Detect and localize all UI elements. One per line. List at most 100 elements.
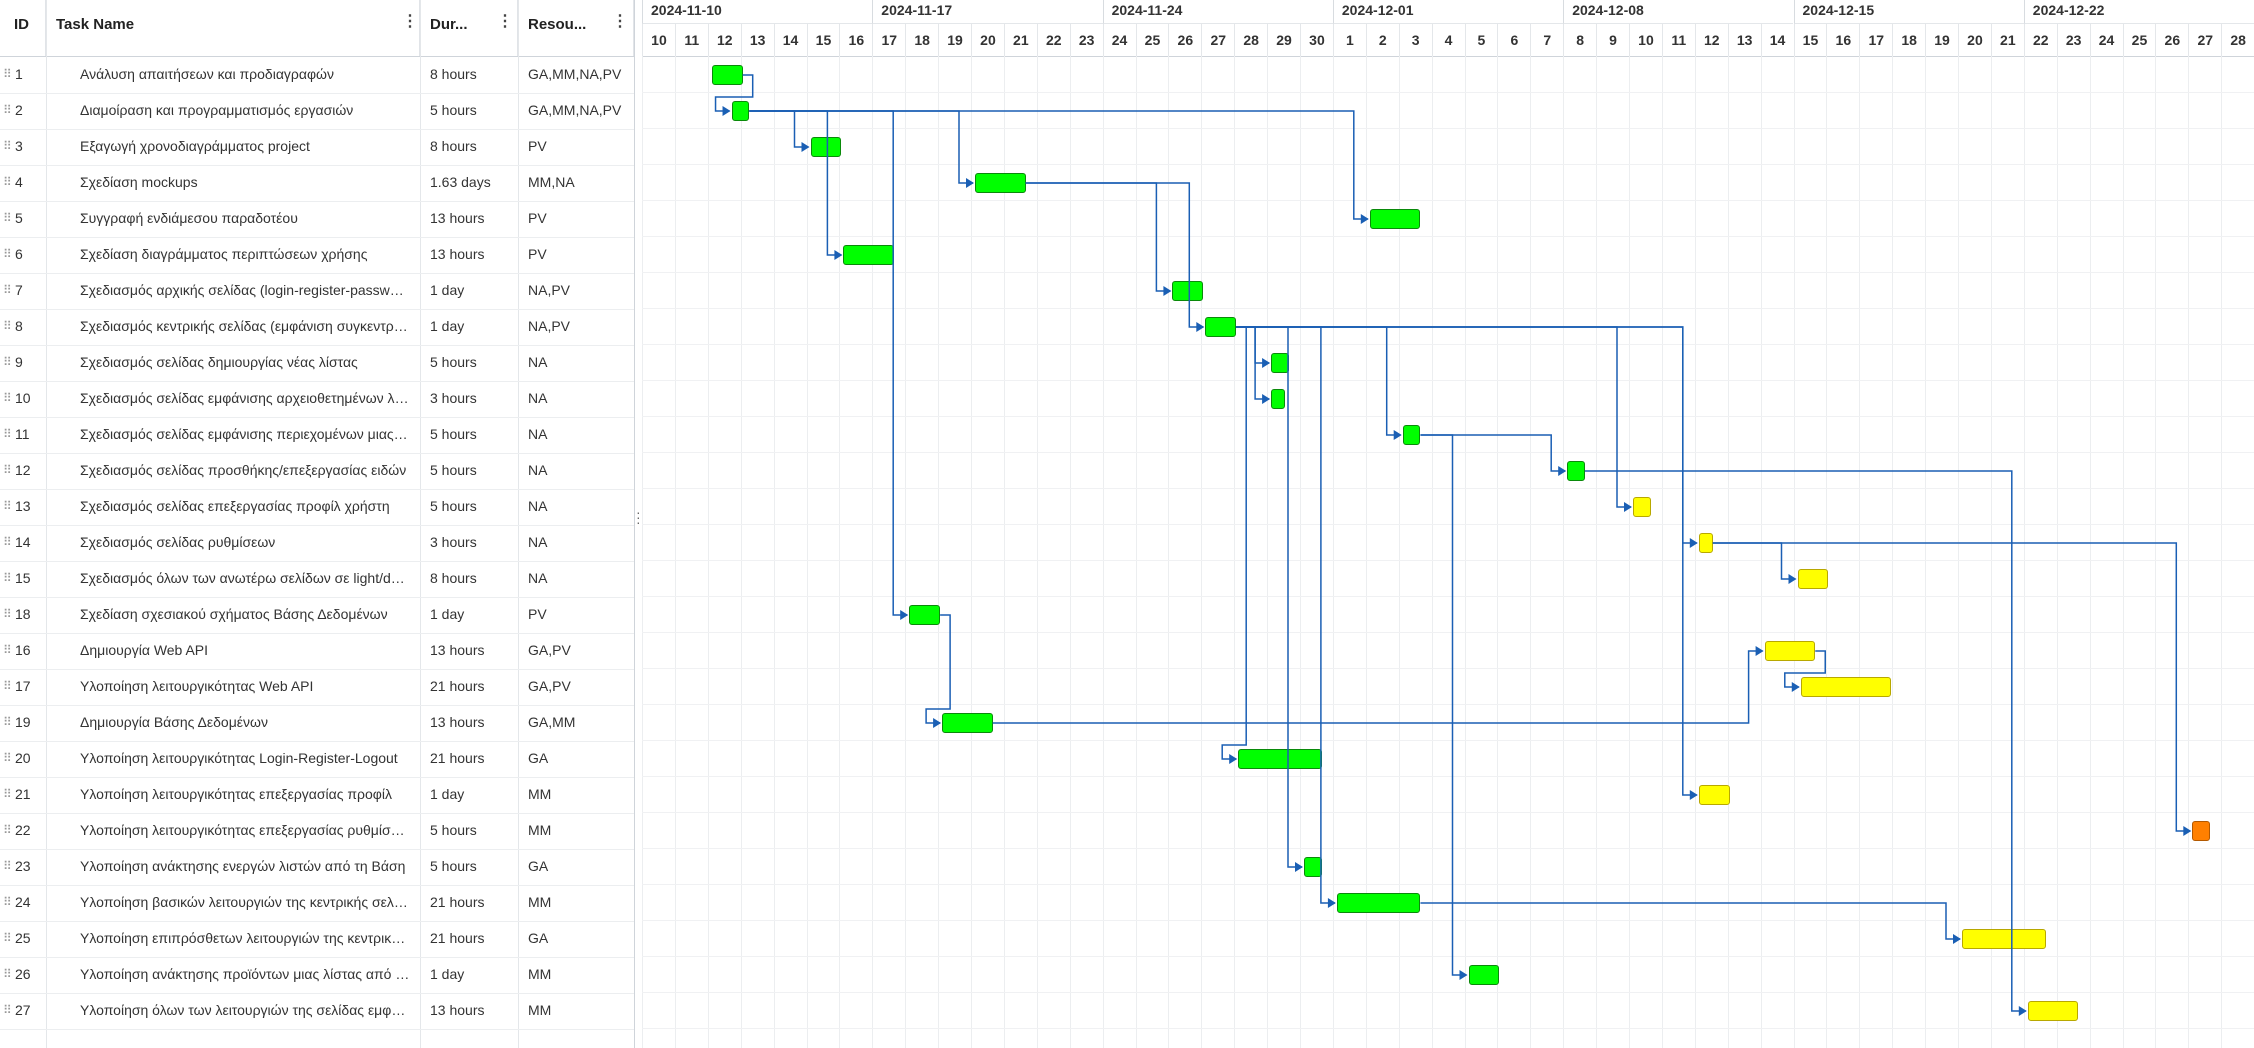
task-duration[interactable]: 13 hours xyxy=(430,705,516,739)
task-resources[interactable]: MM xyxy=(528,993,628,1027)
task-duration[interactable]: 21 hours xyxy=(430,921,516,955)
task-name[interactable]: Υλοποίηση ανάκτησης ενεργών λιστών από τ… xyxy=(80,849,410,883)
drag-handle-icon[interactable]: ⠿ xyxy=(3,993,11,1027)
drag-handle-icon[interactable]: ⠿ xyxy=(3,597,11,631)
task-name[interactable]: Σχεδιασμός όλων των ανωτέρω σελίδων σε l… xyxy=(80,561,410,595)
drag-handle-icon[interactable]: ⠿ xyxy=(3,741,11,775)
task-duration[interactable]: 5 hours xyxy=(430,489,516,523)
table-row[interactable]: ⠿ 2 Διαμοίραση και προγραμματισμός εργασιώ… xyxy=(0,93,634,130)
task-name[interactable]: Δημιουργία Web API xyxy=(80,633,410,667)
task-resources[interactable]: NA xyxy=(528,489,628,523)
task-duration[interactable]: 13 hours xyxy=(430,633,516,667)
task-duration[interactable]: 5 hours xyxy=(430,849,516,883)
drag-handle-icon[interactable]: ⠿ xyxy=(3,813,11,847)
table-row[interactable]: ⠿ 1 Ανάλυση απαιτήσεων και προδιαγραφών 8 h… xyxy=(0,57,634,94)
drag-handle-icon[interactable]: ⠿ xyxy=(3,165,11,199)
task-resources[interactable]: GA,PV xyxy=(528,669,628,703)
table-row[interactable]: ⠿ 18 Σχεδίαση σχεσιακού σχήματος Βάσης Δεδ… xyxy=(0,597,634,634)
task-name[interactable]: Υλοποίηση λειτουργικότητας Web API xyxy=(80,669,410,703)
task-resources[interactable]: PV xyxy=(528,237,628,271)
table-row[interactable]: ⠿ 6 Σχεδίαση διαγράμματος περιπτώσεων χρήσ… xyxy=(0,237,634,274)
drag-handle-icon[interactable]: ⠿ xyxy=(3,345,11,379)
table-row[interactable]: ⠿ 17 Υλοποίηση λειτουργικότητας Web API 21 … xyxy=(0,669,634,706)
task-resources[interactable]: GA xyxy=(528,921,628,955)
table-row[interactable]: ⠿ 22 Υλοποίηση λειτουργικότητας επεξεργασί… xyxy=(0,813,634,850)
drag-handle-icon[interactable]: ⠿ xyxy=(3,381,11,415)
drag-handle-icon[interactable]: ⠿ xyxy=(3,201,11,235)
task-resources[interactable]: NA,PV xyxy=(528,309,628,343)
task-resources[interactable]: GA xyxy=(528,741,628,775)
task-duration[interactable]: 1 day xyxy=(430,273,516,307)
resources-menu-icon[interactable]: ⋮ xyxy=(612,14,628,34)
task-name[interactable]: Σχεδίαση σχεσιακού σχήματος Βάσης Δεδομέ… xyxy=(80,597,410,631)
task-duration[interactable]: 8 hours xyxy=(430,129,516,163)
task-name[interactable]: Ανάλυση απαιτήσεων και προδιαγραφών xyxy=(80,57,410,91)
table-row[interactable]: ⠿ 23 Υλοποίηση ανάκτησης ενεργών λιστών απ… xyxy=(0,849,634,886)
task-duration[interactable]: 8 hours xyxy=(430,57,516,91)
task-name[interactable]: Σχεδιασμός κεντρικής σελίδας (εμφάνιση σ… xyxy=(80,309,410,343)
task-resources[interactable]: GA xyxy=(528,849,628,883)
task-resources[interactable]: NA,PV xyxy=(528,273,628,307)
task-name[interactable]: Υλοποίηση βασικών λειτουργιών της κεντρι… xyxy=(80,885,410,919)
task-duration[interactable]: 1 day xyxy=(430,309,516,343)
task-name[interactable]: Συγγραφή ενδιάμεσου παραδοτέου xyxy=(80,201,410,235)
drag-handle-icon[interactable]: ⠿ xyxy=(3,561,11,595)
task-name[interactable]: Υλοποίηση επιπρόσθετων λειτουργιών της κ… xyxy=(80,921,410,955)
task-name[interactable]: Σχεδιασμός σελίδας επεξεργασίας προφίλ χ… xyxy=(80,489,410,523)
task-duration[interactable]: 3 hours xyxy=(430,381,516,415)
column-header-task-name[interactable]: Task Name xyxy=(46,0,420,56)
task-duration[interactable]: 8 hours xyxy=(430,561,516,595)
task-name[interactable]: Σχεδιασμός σελίδας προσθήκης/επεξεργασία… xyxy=(80,453,410,487)
task-name[interactable]: Σχεδιασμός σελίδας εμφάνισης περιεχομένω… xyxy=(80,417,410,451)
task-name[interactable]: Διαμοίραση και προγραμματισμός εργασιών xyxy=(80,93,410,127)
drag-handle-icon[interactable]: ⠿ xyxy=(3,633,11,667)
task-resources[interactable]: GA,MM xyxy=(528,705,628,739)
table-row[interactable]: ⠿ 20 Υλοποίηση λειτουργικότητας Login-Regi… xyxy=(0,741,634,778)
task-resources[interactable]: MM,NA xyxy=(528,165,628,199)
table-row[interactable]: ⠿ 13 Σχεδιασμός σελίδας επεξεργασίας προφί… xyxy=(0,489,634,526)
task-resources[interactable]: MM xyxy=(528,885,628,919)
task-name[interactable]: Υλοποίηση λειτουργικότητας επεξεργασίας … xyxy=(80,813,410,847)
task-duration[interactable]: 13 hours xyxy=(430,993,516,1027)
drag-handle-icon[interactable]: ⠿ xyxy=(3,489,11,523)
table-row[interactable]: ⠿ 14 Σχεδιασμός σελίδας ρυθμίσεων 3 hours NA xyxy=(0,525,634,562)
task-name[interactable]: Σχεδιασμός αρχικής σελίδας (login-regist… xyxy=(80,273,410,307)
table-row[interactable]: ⠿ 3 Εξαγωγή χρονοδιαγράμματος project 8 hou… xyxy=(0,129,634,166)
task-duration[interactable]: 5 hours xyxy=(430,813,516,847)
table-row[interactable]: ⠿ 8 Σχεδιασμός κεντρικής σελίδας (εμφάνιση… xyxy=(0,309,634,346)
table-row[interactable]: ⠿ 16 Δημιουργία Web API 13 hours GA,PV xyxy=(0,633,634,670)
task-duration[interactable]: 5 hours xyxy=(430,93,516,127)
table-row[interactable]: ⠿ 15 Σχεδιασμός όλων των ανωτέρω σελίδων σ… xyxy=(0,561,634,598)
table-row[interactable]: ⠿ 4 Σχεδίαση mockups 1.63 days MM,NA xyxy=(0,165,634,202)
drag-handle-icon[interactable]: ⠿ xyxy=(3,129,11,163)
task-duration[interactable]: 1 day xyxy=(430,597,516,631)
task-resources[interactable]: GA,PV xyxy=(528,633,628,667)
drag-handle-icon[interactable]: ⠿ xyxy=(3,849,11,883)
task-resources[interactable]: NA xyxy=(528,525,628,559)
task-resources[interactable]: MM xyxy=(528,813,628,847)
task-resources[interactable]: GA,MM,NA,PV xyxy=(528,93,628,127)
task-name-menu-icon[interactable]: ⋮ xyxy=(402,14,418,34)
task-resources[interactable]: GA,MM,NA,PV xyxy=(528,57,628,91)
task-resources[interactable]: PV xyxy=(528,129,628,163)
table-row[interactable]: ⠿ 19 Δημιουργία Βάσης Δεδομένων 13 hours GA,… xyxy=(0,705,634,742)
task-name[interactable]: Σχεδιασμός σελίδας δημιουργίας νέας λίστ… xyxy=(80,345,410,379)
task-name[interactable]: Υλοποίηση λειτουργικότητας επεξεργασίας … xyxy=(80,777,410,811)
table-row[interactable]: ⠿ 27 Υλοποίηση όλων των λειτουργιών της σε… xyxy=(0,993,634,1030)
task-duration[interactable]: 1 day xyxy=(430,957,516,991)
drag-handle-icon[interactable]: ⠿ xyxy=(3,885,11,919)
table-row[interactable]: ⠿ 24 Υλοποίηση βασικών λειτουργιών της κεν… xyxy=(0,885,634,922)
task-resources[interactable]: MM xyxy=(528,777,628,811)
drag-handle-icon[interactable]: ⠿ xyxy=(3,417,11,451)
table-row[interactable]: ⠿ 26 Υλοποίηση ανάκτησης προϊόντων μιας λί… xyxy=(0,957,634,994)
drag-handle-icon[interactable]: ⠿ xyxy=(3,669,11,703)
task-resources[interactable]: PV xyxy=(528,201,628,235)
task-resources[interactable]: MM xyxy=(528,957,628,991)
table-row[interactable]: ⠿ 5 Συγγραφή ενδιάμεσου παραδοτέου 13 hours… xyxy=(0,201,634,238)
column-header-id[interactable]: ID xyxy=(0,0,46,56)
drag-handle-icon[interactable]: ⠿ xyxy=(3,237,11,271)
task-duration[interactable]: 5 hours xyxy=(430,453,516,487)
task-name[interactable]: Εξαγωγή χρονοδιαγράμματος project xyxy=(80,129,410,163)
task-name[interactable]: Σχεδιασμός σελίδας ρυθμίσεων xyxy=(80,525,410,559)
drag-handle-icon[interactable]: ⠿ xyxy=(3,273,11,307)
